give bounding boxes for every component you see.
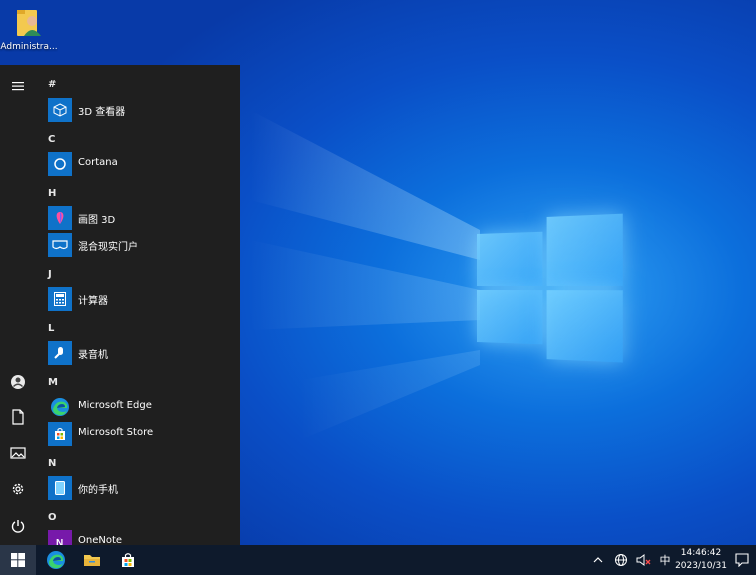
store-icon [120,552,136,568]
taskbar-store-button[interactable] [112,545,144,575]
3d-viewer-icon [48,98,72,122]
section-header-hash[interactable]: # [48,79,56,90]
app-name: OneNote [78,535,122,545]
user-account-button[interactable] [6,370,30,394]
notification-icon [735,553,749,567]
action-center-button[interactable] [732,545,752,575]
clock-date: 2023/10/31 [674,560,728,573]
app-name: Cortana [78,157,118,168]
network-button[interactable] [612,545,630,575]
taskbar: 中 14:46:42 2023/10/31 [0,545,756,575]
app-calculator[interactable]: 计算器 [48,287,238,311]
section-header-j[interactable]: J [48,269,52,280]
settings-button[interactable] [6,477,30,501]
app-microsoft-edge[interactable]: Microsoft Edge [48,395,238,419]
app-name: 录音机 [78,346,108,361]
windows-logo-wallpaper [477,209,623,364]
section-header-m[interactable]: M [48,377,58,388]
file-explorer-icon [83,552,101,568]
app-name: Microsoft Store [78,427,153,438]
clock[interactable]: 14:46:42 2023/10/31 [674,547,728,573]
app-name: 计算器 [78,292,108,307]
svg-text:N: N [56,538,63,545]
app-paint-3d[interactable]: 画图 3D [48,206,238,230]
pictures-button[interactable] [6,441,30,465]
app-onenote[interactable]: N OneNote [48,530,238,545]
user-folder-icon [15,6,43,38]
app-voice-recorder[interactable]: 录音机 [48,341,238,365]
section-header-o[interactable]: O [48,512,57,523]
user-account-icon [10,374,26,390]
calculator-icon [48,287,72,311]
volume-button[interactable] [634,545,654,575]
documents-button[interactable] [6,405,30,429]
app-your-phone[interactable]: 你的手机 [48,476,238,500]
start-menu: # 3D 查看器 C Cortana H 画图 3D 混合现实门户 J 计算器 … [0,65,240,545]
onenote-icon: N [48,530,72,545]
power-button[interactable] [6,514,30,538]
taskbar-file-explorer-button[interactable] [76,545,108,575]
clock-time: 14:46:42 [674,547,728,560]
section-header-h[interactable]: H [48,188,56,199]
section-header-l[interactable]: L [48,323,54,334]
start-windows-icon [11,553,25,567]
app-name: Microsoft Edge [78,400,152,411]
taskbar-edge-button[interactable] [40,545,72,575]
desktop-icon-label: Administra... [0,42,58,52]
app-cortana[interactable]: Cortana [48,152,238,176]
show-hidden-icons-button[interactable] [590,545,606,575]
edge-icon [46,550,66,570]
app-3d-viewer[interactable]: 3D 查看器 [48,98,238,122]
hamburger-menu-button[interactable] [6,74,30,98]
desktop-icon-administrator[interactable]: Administra... [0,4,58,56]
hamburger-menu-icon [11,80,25,92]
paint-3d-icon [48,206,72,230]
app-name: 画图 3D [78,211,115,226]
app-name: 3D 查看器 [78,103,125,118]
voice-recorder-icon [48,341,72,365]
your-phone-icon [48,476,72,500]
documents-icon [11,409,25,425]
section-header-c[interactable]: C [48,134,55,145]
edge-icon [48,395,72,419]
ime-indicator[interactable]: 中 [656,545,674,575]
app-list: # 3D 查看器 C Cortana H 画图 3D 混合现实门户 J 计算器 … [40,65,240,545]
start-button[interactable] [0,545,36,575]
store-icon [48,422,72,446]
power-icon [10,518,26,534]
volume-muted-icon [636,553,652,567]
pictures-icon [10,446,26,460]
app-name: 混合现实门户 [78,238,138,253]
start-menu-rail [0,65,36,545]
app-microsoft-store[interactable]: Microsoft Store [48,422,238,446]
mixed-reality-icon [48,233,72,257]
app-mixed-reality-portal[interactable]: 混合现实门户 [48,233,238,257]
settings-gear-icon [10,481,26,497]
globe-network-icon [614,553,628,567]
section-header-n[interactable]: N [48,458,56,469]
cortana-icon [48,152,72,176]
chevron-up-icon [593,557,603,563]
app-name: 你的手机 [78,481,118,496]
